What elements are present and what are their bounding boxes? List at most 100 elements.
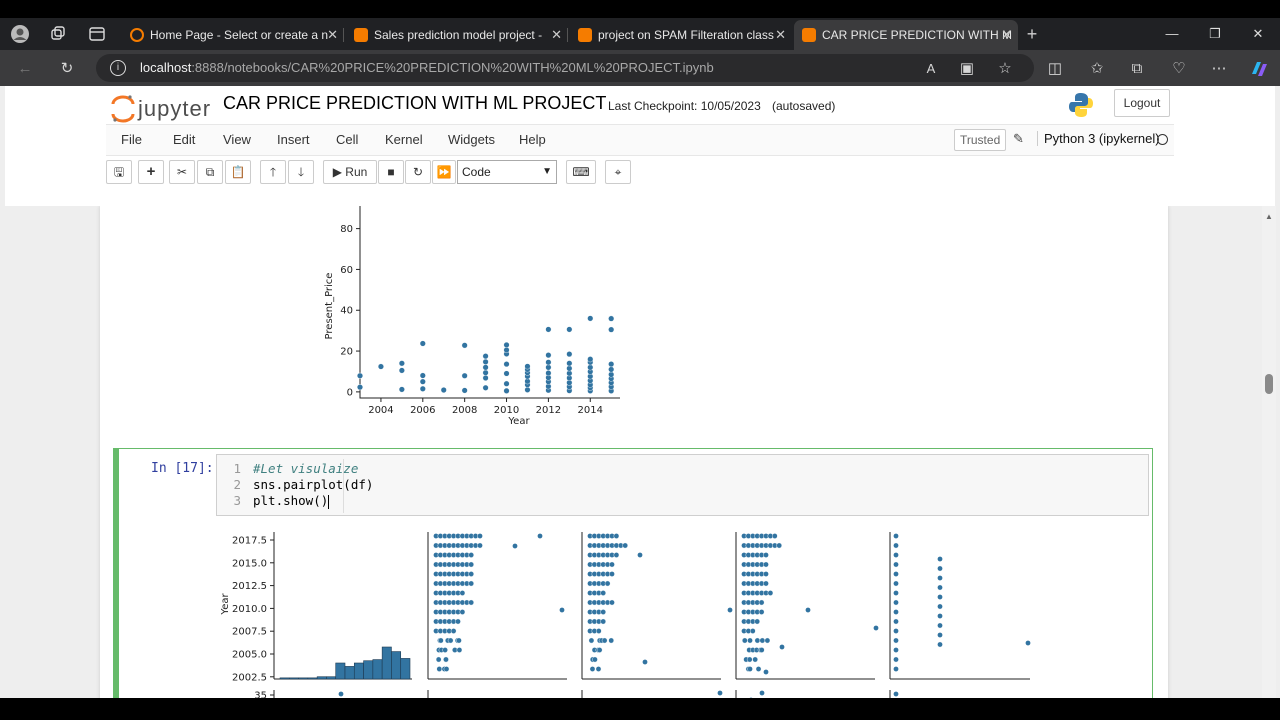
cell-type-select[interactable]: Code ▼: [457, 160, 557, 184]
close-tab-icon[interactable]: ✕: [775, 20, 786, 50]
more-menu-icon[interactable]: ⋯: [1208, 58, 1230, 80]
tab-actions-icon[interactable]: [87, 24, 107, 44]
command-palette-button[interactable]: ⌨: [566, 160, 596, 184]
edit-pencil-icon[interactable]: ✎: [1013, 131, 1024, 147]
scissors-icon: ✂: [176, 165, 188, 179]
copilot-icon[interactable]: [1248, 58, 1270, 80]
trusted-badge[interactable]: Trusted: [954, 129, 1007, 151]
run-button[interactable]: ▶ Run: [323, 160, 377, 184]
close-tab-icon[interactable]: ✕: [551, 20, 562, 50]
restore-icon[interactable]: ❐: [1195, 18, 1235, 50]
interrupt-button[interactable]: ■: [378, 160, 404, 184]
pairplot-point: [456, 647, 463, 653]
y-tick-label: 20: [340, 347, 353, 358]
scatter-point: [356, 372, 363, 379]
scatter-point: [482, 353, 489, 360]
menu-view[interactable]: View: [223, 132, 251, 147]
close-tab-icon[interactable]: ✕: [1001, 20, 1012, 50]
address-bar[interactable]: i localhost:8888/notebooks/CAR%20PRICE%2…: [96, 54, 1034, 82]
paste-button[interactable]: 📋: [225, 160, 251, 184]
y-axis-label: Present_Price: [324, 273, 335, 340]
cut-button[interactable]: ✂: [169, 160, 195, 184]
scatter-point: [440, 387, 447, 394]
code-editor[interactable]: 1 2 3 #Let visulaize sns.pairplot(df) pl…: [216, 454, 1149, 516]
favorite-star-icon[interactable]: ☆: [994, 58, 1016, 80]
pairplot-point: [937, 641, 943, 648]
menu-help[interactable]: Help: [519, 132, 546, 147]
histogram-bar: [326, 676, 337, 680]
site-info-icon[interactable]: i: [110, 60, 126, 76]
tab-title: project on SPAM Filteration class: [598, 28, 774, 42]
pairplot-point: [456, 637, 462, 644]
workspaces-icon[interactable]: [48, 24, 68, 44]
menu-edit[interactable]: Edit: [173, 132, 195, 147]
y-tick-label: 35: [254, 691, 267, 699]
kernel-name[interactable]: Python 3 (ipykernel): [1037, 131, 1160, 146]
scatter-point: [566, 360, 573, 367]
menu-cell[interactable]: Cell: [336, 132, 358, 147]
scatter-point: [524, 363, 531, 370]
menu-kernel[interactable]: Kernel: [385, 132, 423, 147]
y-tick-label: 2015.0: [232, 558, 267, 569]
pairplot-point: [588, 637, 595, 644]
histogram-bar: [391, 651, 402, 680]
scroll-up-icon[interactable]: ▲: [1265, 212, 1273, 221]
x-axis-label: Year: [507, 416, 530, 427]
app-available-icon[interactable]: ▣: [956, 58, 978, 80]
browser-tab-car-price[interactable]: CAR PRICE PREDICTION WITH M ✕: [794, 20, 1018, 50]
pairplot-point: [512, 543, 518, 549]
url-path: :8888/notebooks/CAR%20PRICE%20PREDICTION…: [191, 60, 714, 75]
pairplot-point: [758, 599, 765, 606]
histogram-bar: [381, 646, 392, 680]
notebook-title[interactable]: CAR PRICE PREDICTION WITH ML PROJECT: [223, 93, 606, 114]
restart-run-all-button[interactable]: ⏩: [432, 160, 456, 184]
minimize-icon[interactable]: —: [1152, 18, 1192, 50]
copy-button[interactable]: ⧉: [197, 160, 223, 184]
pairplot-point: [893, 571, 899, 577]
scatter-point: [482, 384, 489, 391]
y-tick-label: 2007.5: [232, 627, 267, 638]
scatter-point: [608, 315, 615, 322]
new-tab-icon[interactable]: +: [1022, 24, 1042, 44]
y-axis-label: Year: [220, 593, 231, 616]
read-aloud-icon[interactable]: A: [920, 58, 942, 80]
x-tick-label: 2012: [536, 405, 561, 416]
jupyter-logo[interactable]: jupyter: [110, 94, 220, 124]
split-screen-icon[interactable]: ◫: [1044, 58, 1066, 80]
page-scrollbar[interactable]: ▲ ▼: [1262, 206, 1276, 698]
close-window-icon[interactable]: ✕: [1238, 18, 1278, 50]
pairplot-point: [779, 644, 785, 650]
menu-insert[interactable]: Insert: [277, 132, 310, 147]
move-down-button[interactable]: 🡓: [288, 160, 314, 184]
refresh-icon[interactable]: ↻: [56, 58, 78, 80]
scatter-point: [419, 385, 426, 392]
pairplot-output: 2017.5 2015.0 2012.5 2010.0 2007.5 2005.0 2002…: [220, 532, 1031, 699]
scrollbar-thumb[interactable]: [1265, 374, 1273, 394]
celltoolbar-button[interactable]: ⌖: [605, 160, 631, 184]
move-up-button[interactable]: 🡑: [260, 160, 286, 184]
browser-essentials-icon[interactable]: ♡: [1168, 58, 1190, 80]
favorites-icon[interactable]: ✩: [1086, 58, 1108, 80]
autosave-status: (autosaved): [772, 99, 836, 113]
notebook-toolbar: 🖫 + ✂ ⧉ 📋 🡑 🡓 ▶ Run ■ ↻ ⏩ Code ▼ ⌨ ⌖: [106, 158, 1174, 190]
collections-icon[interactable]: ⧉: [1126, 58, 1148, 80]
browser-tab-spam[interactable]: project on SPAM Filteration class ✕: [570, 20, 792, 50]
jupyter-header: jupyter CAR PRICE PREDICTION WITH ML PRO…: [5, 86, 1275, 206]
browser-tab-home[interactable]: Home Page - Select or create a n ✕: [122, 20, 344, 50]
restart-button[interactable]: ↻: [405, 160, 431, 184]
logout-button[interactable]: Logout: [1114, 89, 1170, 117]
menu-widgets[interactable]: Widgets: [448, 132, 495, 147]
scatter-point: [482, 374, 489, 381]
menu-file[interactable]: File: [121, 132, 142, 147]
back-icon[interactable]: ←: [14, 58, 36, 80]
close-tab-icon[interactable]: ✕: [327, 20, 338, 50]
profile-avatar-icon[interactable]: [10, 24, 30, 44]
histogram-bar: [353, 662, 364, 680]
pairplot-point: [937, 575, 943, 581]
pairplot-point: [459, 609, 466, 615]
pairplot-point: [747, 666, 753, 672]
pairplot-point: [600, 609, 607, 615]
save-button[interactable]: 🖫: [106, 160, 132, 184]
insert-cell-button[interactable]: +: [138, 160, 164, 184]
browser-tab-sales[interactable]: Sales prediction model project - ✕: [346, 20, 568, 50]
